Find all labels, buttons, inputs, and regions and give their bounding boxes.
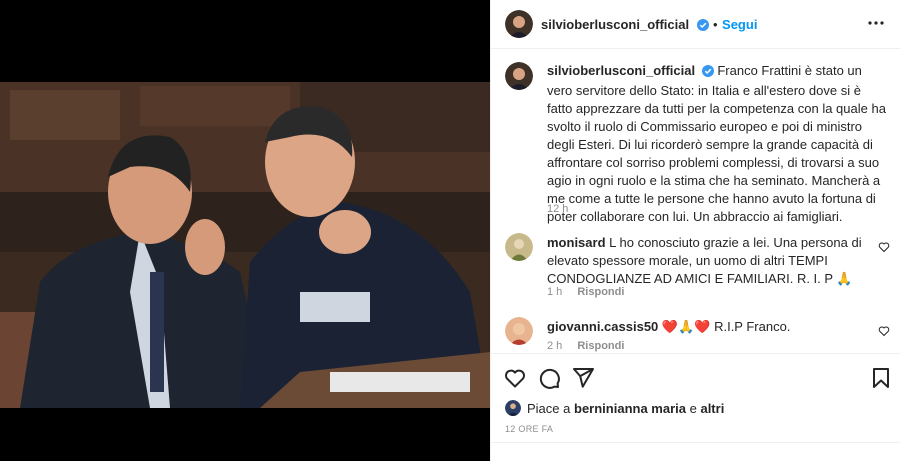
commenter-avatar[interactable] [505, 233, 533, 261]
share-icon[interactable] [571, 366, 595, 390]
comment-time: 2 h [547, 340, 563, 352]
heart-icon[interactable] [503, 366, 527, 390]
post-photo [0, 82, 490, 408]
caption-time: 12 h [547, 203, 569, 215]
likes-others[interactable]: altri [700, 401, 724, 416]
caption-text: Franco Frattini è stato un vero servitor… [547, 63, 886, 224]
comment-meta: 1 h Rispondi [547, 286, 624, 298]
liker-avatar[interactable] [505, 400, 521, 416]
caption-username[interactable]: silvioberlusconi_official [547, 63, 695, 78]
separator-dot: • [713, 17, 718, 32]
likes-conj: e [689, 400, 697, 416]
comment-item: giovanni.cassis50 ❤️🙏❤️ R.I.P Franco. [547, 318, 867, 336]
comment-meta: 2 h Rispondi [547, 340, 624, 352]
likes-summary: Piace a berninianna maria e altri [505, 400, 724, 416]
bookmark-icon[interactable] [869, 366, 893, 390]
comment-username[interactable]: monisard [547, 235, 606, 250]
comment-icon[interactable] [537, 366, 561, 390]
comment-item: monisard L ho conosciuto grazie a lei. U… [547, 234, 867, 288]
comment-like-heart-icon[interactable] [878, 324, 890, 337]
post-caption: silvioberlusconi_official Franco Frattin… [547, 62, 887, 226]
follow-button[interactable]: Segui [722, 17, 757, 32]
comment-text: ❤️🙏❤️ R.I.P Franco. [661, 319, 791, 334]
author-avatar[interactable] [505, 10, 533, 38]
verified-badge-icon [701, 64, 714, 82]
liker-username[interactable]: berninianna maria [574, 401, 686, 416]
verified-badge-icon [696, 18, 709, 36]
caption-author-avatar[interactable] [505, 62, 533, 90]
post-date[interactable]: 12 ORE FA [505, 424, 553, 434]
comment-like-heart-icon[interactable] [878, 240, 890, 253]
post-actions: Piace a berninianna maria e altri 12 ORE… [491, 353, 900, 461]
likes-prefix: Piace a [527, 400, 571, 416]
reply-button[interactable]: Rispondi [577, 286, 624, 298]
post-media[interactable] [0, 0, 490, 461]
comment-time: 1 h [547, 286, 563, 298]
author-username[interactable]: silvioberlusconi_official [541, 17, 689, 32]
divider [491, 442, 900, 443]
comment-username[interactable]: giovanni.cassis50 [547, 319, 658, 334]
post-header: silvioberlusconi_official • Segui [491, 0, 900, 49]
reply-button[interactable]: Rispondi [577, 340, 624, 352]
post-details-panel: silvioberlusconi_official • Segui silvio… [490, 0, 900, 461]
commenter-avatar[interactable] [505, 317, 533, 345]
more-options-icon[interactable] [867, 14, 885, 32]
